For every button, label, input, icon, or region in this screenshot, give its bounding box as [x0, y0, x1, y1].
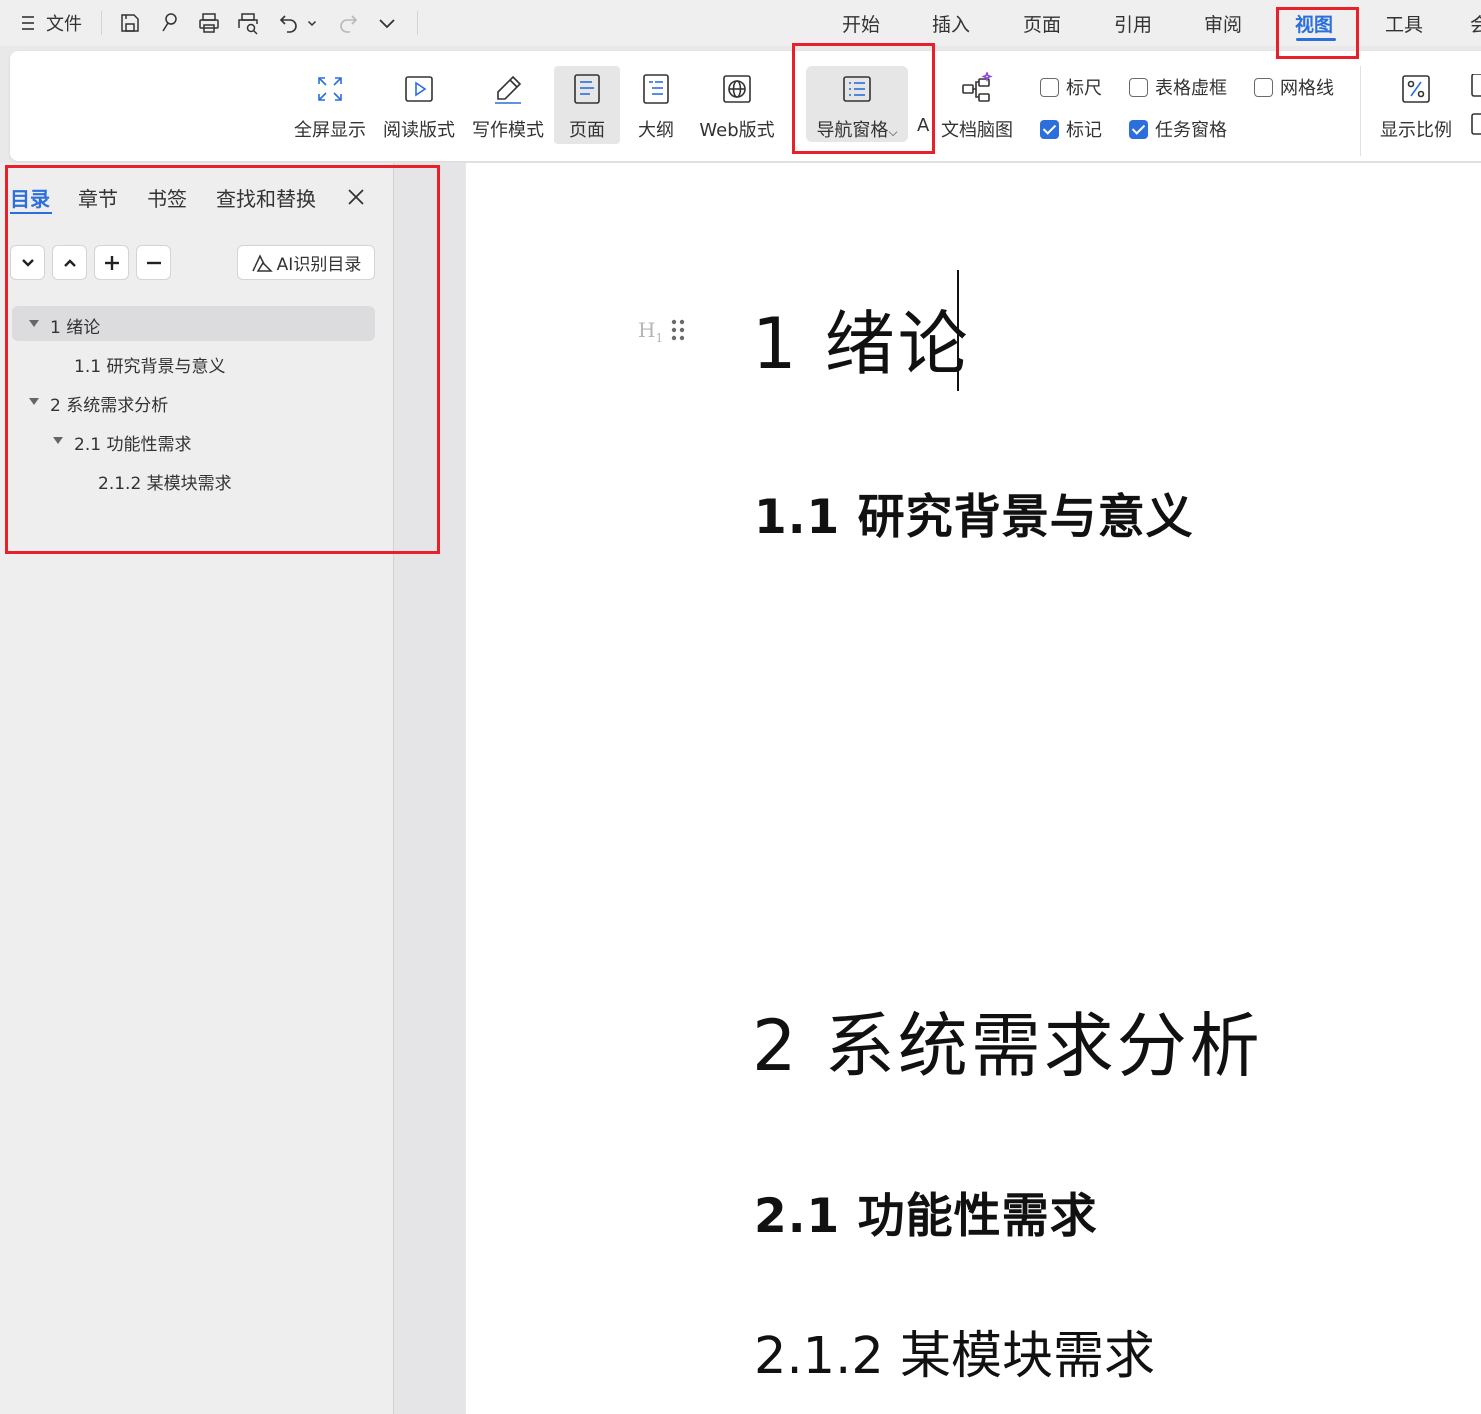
tab-tools[interactable]: 工具	[1385, 10, 1423, 37]
divider	[101, 11, 102, 35]
heading-3[interactable]: 2.1.2 某模块需求	[754, 1314, 1155, 1388]
ruler-checkbox[interactable]: 标尺	[1040, 74, 1102, 100]
fullscreen-button[interactable]: 全屏显示	[291, 66, 369, 144]
gridlines-checkbox[interactable]: 网格线	[1254, 74, 1334, 100]
redo-icon[interactable]	[335, 0, 361, 46]
tab-member[interactable]: 会	[1470, 10, 1481, 37]
percent-icon	[1399, 68, 1433, 110]
highlight-nav-pane-button	[792, 43, 935, 154]
heading-level-tag[interactable]: H1	[638, 318, 663, 345]
text-cursor	[957, 270, 959, 391]
tab-page[interactable]: 页面	[1023, 10, 1061, 37]
page-icon	[570, 68, 604, 110]
zoom-button[interactable]: 显示比例	[1377, 66, 1455, 144]
undo-icon[interactable]	[276, 0, 302, 46]
partial-ribbon-icon[interactable]	[1470, 74, 1481, 136]
heading-2[interactable]: 2.1 功能性需求	[754, 1177, 1098, 1246]
divider	[417, 11, 418, 35]
writing-mode-button[interactable]: 写作模式	[469, 66, 547, 144]
heading-1[interactable]: 1 绪论	[752, 288, 971, 389]
play-icon	[402, 68, 436, 110]
table-gridlines-checkbox[interactable]: 表格虚框	[1129, 74, 1227, 100]
check-icon	[1129, 119, 1148, 139]
save-icon[interactable]	[115, 0, 145, 46]
print-icon[interactable]	[194, 0, 224, 46]
heading-2[interactable]: 1.1 研究背景与意义	[754, 478, 1194, 547]
page-layout-button[interactable]: 页面	[554, 66, 620, 144]
outline-button[interactable]: 大纲	[628, 66, 684, 144]
pen-icon	[491, 68, 525, 110]
fullscreen-icon	[313, 68, 347, 110]
divider	[1360, 66, 1361, 156]
web-layout-button[interactable]: Web版式	[694, 66, 780, 144]
drag-handle-icon[interactable]	[671, 319, 685, 341]
highlight-view-tab	[1276, 7, 1359, 59]
print-preview-icon[interactable]	[233, 0, 263, 46]
more-dropdown-icon[interactable]	[374, 0, 400, 46]
markup-checkbox[interactable]: 标记	[1040, 116, 1102, 142]
doc-mindmap-button[interactable]: 文档脑图	[937, 66, 1017, 144]
reading-layout-button[interactable]: 阅读版式	[380, 66, 458, 144]
menu-icon[interactable]	[16, 0, 40, 46]
tab-review[interactable]: 审阅	[1204, 10, 1242, 37]
heading-1[interactable]: 2 系统需求分析	[752, 990, 1263, 1091]
task-pane-checkbox[interactable]: 任务窗格	[1129, 116, 1227, 142]
tab-start[interactable]: 开始	[842, 10, 880, 37]
globe-icon	[720, 68, 754, 110]
tab-insert[interactable]: 插入	[932, 10, 970, 37]
undo-dropdown-icon[interactable]	[305, 0, 319, 46]
outline-icon	[639, 68, 673, 110]
mindmap-icon	[960, 68, 994, 110]
format-painter-icon[interactable]	[155, 0, 185, 46]
file-menu[interactable]: 文件	[43, 0, 85, 46]
tab-references[interactable]: 引用	[1114, 10, 1152, 37]
check-icon	[1040, 119, 1059, 139]
highlight-nav-pane	[5, 165, 440, 554]
